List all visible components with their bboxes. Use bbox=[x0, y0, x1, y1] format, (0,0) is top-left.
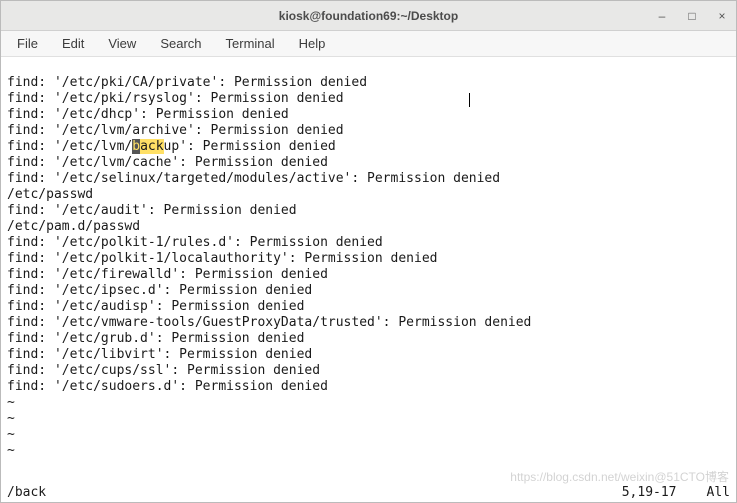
empty-tilde: ~ bbox=[7, 443, 15, 458]
scroll-indicator: All bbox=[707, 485, 730, 500]
empty-tilde: ~ bbox=[7, 427, 15, 442]
output-line: find: '/etc/vmware-tools/GuestProxyData/… bbox=[7, 315, 531, 330]
output-line: find: '/etc/lvm/archive': Permission den… bbox=[7, 123, 344, 138]
maximize-button[interactable]: □ bbox=[684, 9, 700, 23]
output-line: find: '/etc/pki/CA/private': Permission … bbox=[7, 75, 367, 90]
output-line: find: '/etc/firewalld': Permission denie… bbox=[7, 267, 328, 282]
minimize-button[interactable]: – bbox=[654, 9, 670, 23]
menu-terminal[interactable]: Terminal bbox=[218, 34, 283, 53]
search-command: /back bbox=[7, 485, 46, 500]
text-cursor-ibeam-icon bbox=[469, 93, 470, 107]
menubar: File Edit View Search Terminal Help bbox=[1, 31, 736, 57]
output-line: find: '/etc/sudoers.d': Permission denie… bbox=[7, 379, 328, 394]
output-line: /etc/pam.d/passwd bbox=[7, 219, 140, 234]
output-line: find: '/etc/pki/rsyslog': Permission den… bbox=[7, 91, 344, 106]
output-line: find: '/etc/dhcp': Permission denied bbox=[7, 107, 289, 122]
titlebar: kiosk@foundation69:~/Desktop – □ × bbox=[1, 1, 736, 31]
menu-search[interactable]: Search bbox=[152, 34, 209, 53]
output-line: find: '/etc/lvm/cache': Permission denie… bbox=[7, 155, 328, 170]
output-line: find: '/etc/lvm/backup': Permission deni… bbox=[7, 139, 336, 154]
search-match: ack bbox=[140, 139, 163, 154]
menu-file[interactable]: File bbox=[9, 34, 46, 53]
empty-tilde: ~ bbox=[7, 411, 15, 426]
close-button[interactable]: × bbox=[714, 9, 730, 23]
output-line: /etc/passwd bbox=[7, 187, 93, 202]
menu-help[interactable]: Help bbox=[291, 34, 334, 53]
output-line: find: '/etc/polkit-1/localauthority': Pe… bbox=[7, 251, 437, 266]
search-match-cursor: b bbox=[132, 139, 140, 154]
output-line: find: '/etc/polkit-1/rules.d': Permissio… bbox=[7, 235, 383, 250]
menu-view[interactable]: View bbox=[100, 34, 144, 53]
output-line: find: '/etc/ipsec.d': Permission denied bbox=[7, 283, 312, 298]
empty-tilde: ~ bbox=[7, 395, 15, 410]
output-line: find: '/etc/audisp': Permission denied bbox=[7, 299, 304, 314]
output-line: find: '/etc/audit': Permission denied bbox=[7, 203, 297, 218]
menu-edit[interactable]: Edit bbox=[54, 34, 92, 53]
vim-status-line: /back 5,19-17 All bbox=[1, 485, 736, 502]
window-controls: – □ × bbox=[654, 1, 730, 31]
output-line: find: '/etc/selinux/targeted/modules/act… bbox=[7, 171, 500, 186]
output-line: find: '/etc/libvirt': Permission denied bbox=[7, 347, 312, 362]
terminal-window: kiosk@foundation69:~/Desktop – □ × File … bbox=[0, 0, 737, 503]
output-line: find: '/etc/cups/ssl': Permission denied bbox=[7, 363, 320, 378]
cursor-position: 5,19-17 bbox=[622, 485, 677, 500]
output-line: find: '/etc/grub.d': Permission denied bbox=[7, 331, 304, 346]
terminal-body[interactable]: find: '/etc/pki/CA/private': Permission … bbox=[1, 57, 736, 485]
window-title: kiosk@foundation69:~/Desktop bbox=[279, 9, 458, 23]
